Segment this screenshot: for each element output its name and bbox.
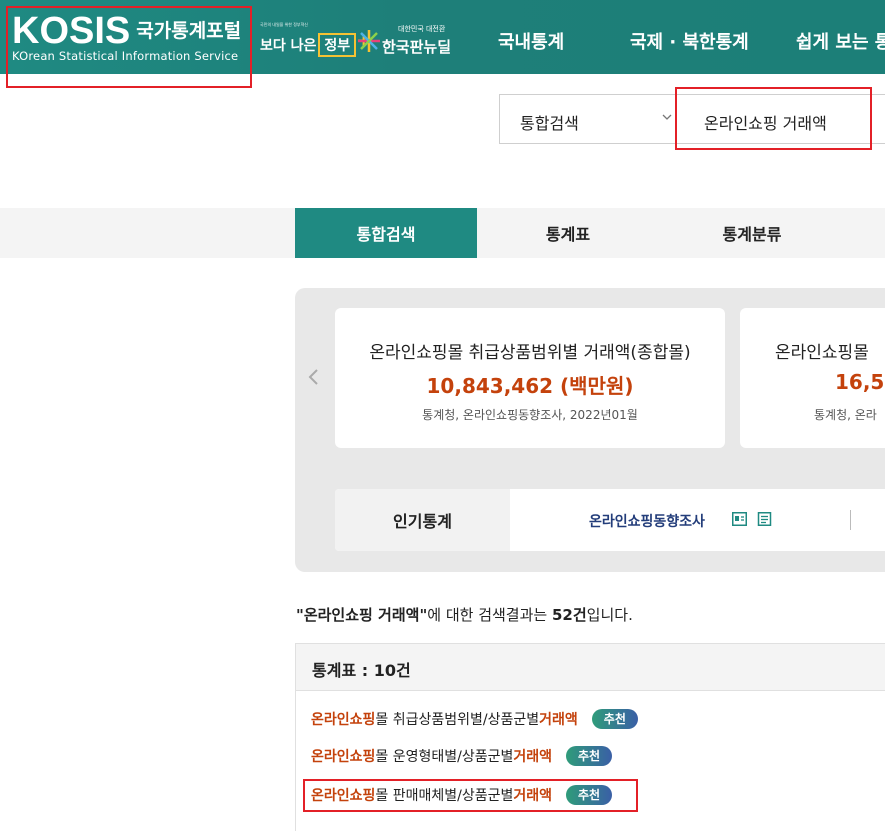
featured-card-title: 온라인쇼핑몰 취급상품범위별 거래액(종합몰) [369, 343, 691, 363]
featured-card-source: 통계청, 온라 [814, 408, 877, 422]
tab-stat-classification[interactable]: 통계분류 [659, 208, 845, 258]
recommend-badge: 추천 [566, 746, 613, 766]
document-icon[interactable] [757, 512, 772, 526]
search-summary: "온라인쇼핑 거래액"에 대한 검색결과는 52건입니다. [296, 604, 633, 625]
new-deal-star-icon [358, 30, 380, 52]
result-highlight-box [303, 779, 638, 812]
new-deal-text: 한국판뉴딜 [382, 38, 452, 56]
featured-card-amount: 10,843,462 (백만원) [426, 374, 634, 398]
result-highlight: 온라인쇼핑 [311, 749, 376, 765]
summary-mid: 에 대한 검색결과는 [427, 606, 552, 624]
gov-innovation-logo[interactable]: 국민의 내일을 위한 정부혁신 보다 나은 정부 + [260, 22, 371, 57]
featured-card-title: 온라인쇼핑몰 [775, 343, 869, 363]
result-text: 몰 취급상품범위별/상품군별 [375, 712, 540, 728]
chevron-down-icon [662, 114, 672, 120]
result-highlight: 온라인쇼핑 [311, 712, 376, 728]
summary-end: 입니다. [586, 606, 633, 624]
stat-table-section-label: 통계표 : 10건 [312, 661, 411, 680]
popular-stats-label: 인기통계 [335, 489, 510, 551]
tab-integrated-search[interactable]: 통합검색 [295, 208, 477, 258]
result-highlight: 거래액 [513, 749, 553, 765]
nav-international[interactable]: 국제 · 북한통계 [630, 28, 749, 54]
nav-domestic[interactable]: 국내통계 [498, 28, 564, 54]
featured-card-source: 통계청, 온라인쇼핑동향조사, 2022년01월 [422, 408, 638, 422]
new-deal-tagline: 대한민국 대전환 [398, 25, 446, 33]
table-view-icon[interactable] [732, 512, 747, 526]
popular-divider [850, 510, 851, 530]
featured-card[interactable]: 온라인쇼핑몰 취급상품범위별 거래액(종합몰) 10,843,462 (백만원)… [335, 308, 725, 448]
tab-stat-tables[interactable]: 통계표 [477, 208, 659, 258]
result-item[interactable]: 온라인쇼핑 몰 취급상품범위별/상품군별 거래액 추천 [311, 709, 638, 729]
search-highlight-box [675, 87, 872, 150]
summary-query: "온라인쇼핑 거래액" [296, 606, 428, 624]
gov-innovation-bracket: 정부 [318, 33, 357, 57]
featured-card[interactable]: 온라인쇼핑몰 16,54 통계청, 온라 [740, 308, 885, 448]
gov-innovation-text: 보다 나은 [260, 38, 317, 54]
search-scope-select[interactable]: 통합검색 [499, 94, 685, 144]
summary-count: 52건 [551, 606, 587, 624]
stat-table-section-header: 통계표 : 10건 [295, 643, 885, 691]
featured-card-amount: 16,54 [835, 370, 885, 394]
popular-stats-link[interactable]: 온라인쇼핑동향조사 [589, 511, 705, 531]
result-text: 몰 운영형태별/상품군별 [375, 749, 514, 765]
nav-easy-view[interactable]: 쉽게 보는 통 [796, 28, 885, 54]
recommend-badge: 추천 [591, 709, 638, 729]
gov-innovation-tagline: 국민의 내일을 위한 정부혁신 [260, 22, 308, 27]
search-scope-value: 통합검색 [520, 114, 579, 133]
chevron-left-icon[interactable] [307, 368, 319, 386]
result-highlight: 거래액 [539, 712, 578, 728]
logo-highlight-box [6, 6, 252, 88]
result-item[interactable]: 온라인쇼핑 몰 운영형태별/상품군별 거래액 추천 [311, 746, 613, 766]
